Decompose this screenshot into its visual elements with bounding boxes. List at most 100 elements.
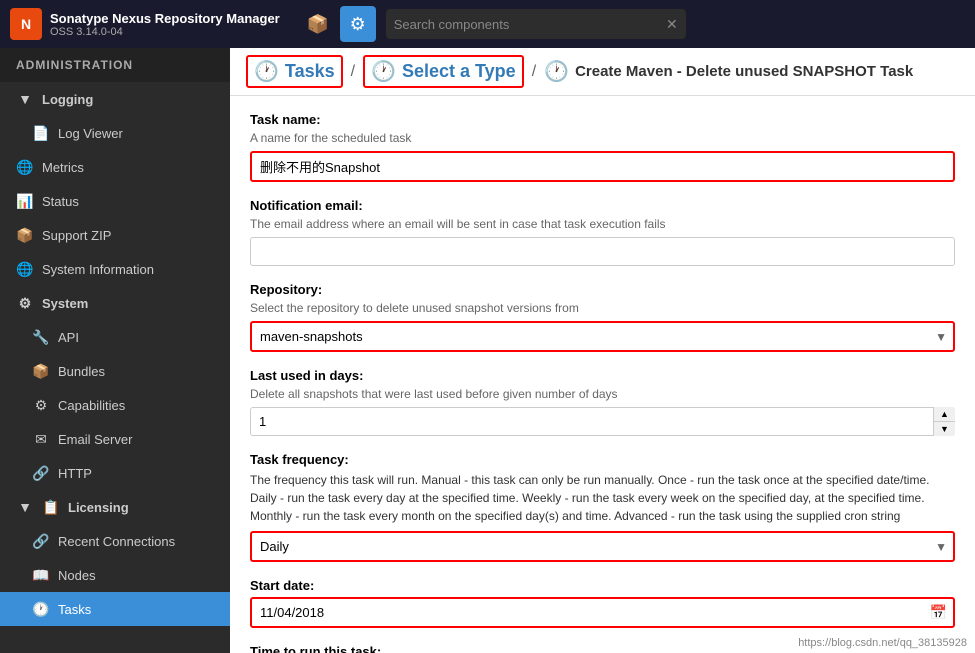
task-frequency-description: The frequency this task will run. Manual…	[250, 471, 955, 525]
breadcrumb-select-label: Select a Type	[402, 61, 516, 82]
start-date-input-wrap: 📅	[250, 597, 955, 628]
sidebar-label-bundles: Bundles	[58, 364, 105, 379]
search-input[interactable]	[394, 17, 666, 32]
task-name-hint: A name for the scheduled task	[250, 131, 955, 145]
notification-email-group: Notification email: The email address wh…	[250, 198, 955, 266]
sidebar-label-log-viewer: Log Viewer	[58, 126, 123, 141]
number-arrows: ▲ ▼	[933, 407, 955, 436]
sidebar-item-email-server[interactable]: ✉ Email Server	[0, 422, 230, 456]
repository-hint: Select the repository to delete unused s…	[250, 301, 955, 315]
task-name-input[interactable]	[250, 151, 955, 182]
breadcrumb-sep-2: /	[532, 63, 536, 81]
last-used-input[interactable]	[250, 407, 955, 436]
sidebar-item-metrics[interactable]: 🌐 Metrics	[0, 150, 230, 184]
sidebar-label-system: System	[42, 296, 88, 311]
chart-icon: 📊	[16, 192, 34, 210]
bundles-icon: 📦	[32, 362, 50, 380]
breadcrumb-tasks[interactable]: 🕐 Tasks	[246, 55, 343, 88]
breadcrumb-sep-1: /	[351, 63, 355, 81]
sidebar-item-recent-connections[interactable]: 🔗 Recent Connections	[0, 524, 230, 558]
sidebar-item-tasks[interactable]: 🕐 Tasks	[0, 592, 230, 626]
content-area: 🕐 Tasks / 🕐 Select a Type / 🕐 Create Mav…	[230, 48, 975, 653]
clock-icon-select: 🕐	[371, 59, 396, 84]
zip-icon: 📦	[16, 226, 34, 244]
watermark: https://blog.csdn.net/qq_38135928	[798, 637, 967, 649]
tasks-icon: 🕐	[32, 600, 50, 618]
sidebar-item-system[interactable]: ⚙ System	[0, 286, 230, 320]
repository-group: Repository: Select the repository to del…	[250, 282, 955, 352]
task-frequency-select[interactable]: Manual Once Daily Weekly Monthly Advance…	[250, 531, 955, 562]
capabilities-icon: ⚙	[32, 396, 50, 414]
main-layout: Administration ▼ Logging 📄 Log Viewer 🌐 …	[0, 48, 975, 653]
gear-icon: ⚙	[350, 14, 366, 35]
last-used-group: Last used in days: Delete all snapshots …	[250, 368, 955, 436]
logo-area: N Sonatype Nexus Repository Manager OSS …	[10, 8, 280, 40]
start-date-group: Start date: 📅	[250, 578, 955, 628]
app-subtitle: OSS 3.14.0-04	[50, 26, 280, 38]
notification-email-label: Notification email:	[250, 198, 955, 213]
sidebar-item-http[interactable]: 🔗 HTTP	[0, 456, 230, 490]
search-clear-icon[interactable]: ✕	[666, 16, 678, 33]
sidebar-label-api: API	[58, 330, 79, 345]
licensing-icon: 📋	[42, 498, 60, 516]
sidebar-item-licensing[interactable]: ▼ 📋 Licensing	[0, 490, 230, 524]
app-title: Sonatype Nexus Repository Manager	[50, 11, 280, 26]
sidebar-label-support-zip: Support ZIP	[42, 228, 111, 243]
sidebar-item-logging[interactable]: ▼ Logging	[0, 82, 230, 116]
api-icon: 🔧	[32, 328, 50, 346]
task-frequency-group: Task frequency: The frequency this task …	[250, 452, 955, 562]
info-globe-icon: 🌐	[16, 260, 34, 278]
frequency-select-wrap: Manual Once Daily Weekly Monthly Advance…	[250, 531, 955, 562]
repository-select[interactable]: maven-snapshots (All Repositories)	[250, 321, 955, 352]
sidebar-label-licensing: Licensing	[68, 500, 129, 515]
sidebar-label-logging: Logging	[42, 92, 93, 107]
browse-icon-button[interactable]: 📦	[300, 6, 336, 42]
last-used-label: Last used in days:	[250, 368, 955, 383]
start-date-input[interactable]	[250, 597, 955, 628]
connections-icon: 🔗	[32, 532, 50, 550]
sidebar-label-http: HTTP	[58, 466, 92, 481]
globe-icon: 🌐	[16, 158, 34, 176]
sidebar-item-log-viewer[interactable]: 📄 Log Viewer	[0, 116, 230, 150]
repository-label: Repository:	[250, 282, 955, 297]
number-up-button[interactable]: ▲	[933, 407, 955, 422]
number-down-button[interactable]: ▼	[933, 422, 955, 436]
form-area: Task name: A name for the scheduled task…	[230, 96, 975, 653]
breadcrumb-create-task: 🕐 Create Maven - Delete unused SNAPSHOT …	[544, 59, 913, 84]
clock-icon-create: 🕐	[544, 59, 569, 84]
notification-email-input[interactable]	[250, 237, 955, 266]
breadcrumb-select-type[interactable]: 🕐 Select a Type	[363, 55, 524, 88]
search-bar: ✕	[386, 9, 686, 39]
sidebar-item-bundles[interactable]: 📦 Bundles	[0, 354, 230, 388]
nodes-icon: 📖	[32, 566, 50, 584]
sidebar-header: Administration	[0, 48, 230, 82]
last-used-hint: Delete all snapshots that were last used…	[250, 387, 955, 401]
sidebar-label-metrics: Metrics	[42, 160, 84, 175]
sidebar-item-system-information[interactable]: 🌐 System Information	[0, 252, 230, 286]
breadcrumb-tasks-label: Tasks	[285, 61, 335, 82]
nav-icon-group: 📦 ⚙	[300, 6, 376, 42]
task-frequency-label: Task frequency:	[250, 452, 955, 467]
sidebar-label-capabilities: Capabilities	[58, 398, 125, 413]
sidebar-item-status[interactable]: 📊 Status	[0, 184, 230, 218]
sidebar-label-nodes: Nodes	[58, 568, 96, 583]
email-icon: ✉	[32, 430, 50, 448]
sidebar: Administration ▼ Logging 📄 Log Viewer 🌐 …	[0, 48, 230, 653]
settings-icon-button[interactable]: ⚙	[340, 6, 376, 42]
breadcrumb-create-label: Create Maven - Delete unused SNAPSHOT Ta…	[575, 63, 913, 80]
app-title-group: Sonatype Nexus Repository Manager OSS 3.…	[50, 11, 280, 38]
box-icon: 📦	[307, 14, 329, 35]
chevron-down-icon-2: ▼	[16, 498, 34, 516]
sidebar-item-support-zip[interactable]: 📦 Support ZIP	[0, 218, 230, 252]
top-navigation: N Sonatype Nexus Repository Manager OSS …	[0, 0, 975, 48]
notification-email-hint: The email address where an email will be…	[250, 217, 955, 231]
sidebar-label-status: Status	[42, 194, 79, 209]
chevron-down-icon: ▼	[16, 90, 34, 108]
repository-select-wrap: maven-snapshots (All Repositories) ▼	[250, 321, 955, 352]
sidebar-label-recent-connections: Recent Connections	[58, 534, 175, 549]
sidebar-item-api[interactable]: 🔧 API	[0, 320, 230, 354]
sidebar-item-capabilities[interactable]: ⚙ Capabilities	[0, 388, 230, 422]
sidebar-item-nodes[interactable]: 📖 Nodes	[0, 558, 230, 592]
breadcrumb-bar: 🕐 Tasks / 🕐 Select a Type / 🕐 Create Mav…	[230, 48, 975, 96]
clock-icon-tasks: 🕐	[254, 59, 279, 84]
